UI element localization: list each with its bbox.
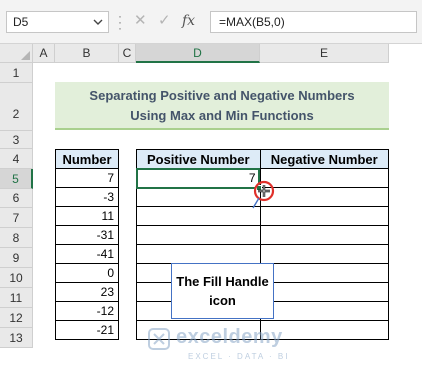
select-all-button[interactable] bbox=[0, 44, 33, 63]
row-header-6[interactable]: 6 bbox=[0, 189, 33, 208]
negative-cell[interactable] bbox=[259, 282, 389, 302]
sheet-title[interactable]: Separating Positive and Negative Numbers… bbox=[55, 82, 389, 130]
number-cell[interactable]: 11 bbox=[55, 206, 119, 226]
row-number: 8 bbox=[12, 231, 20, 245]
row-header-3[interactable]: 3 bbox=[0, 131, 33, 149]
formula-bar: D5 · · · ✕ ✓ fx =MAX(B5,0) bbox=[0, 0, 422, 44]
number-table: Number 7 -3 11 -31 -41 0 23 -12 -21 bbox=[55, 149, 119, 340]
negative-cell[interactable] bbox=[259, 263, 389, 283]
row-number: 4 bbox=[12, 152, 20, 166]
row-header-1[interactable]: 1 bbox=[0, 63, 33, 83]
title-line-2: Using Max and Min Functions bbox=[130, 108, 314, 123]
number-cell[interactable]: -41 bbox=[55, 244, 119, 264]
number-cell[interactable]: 7 bbox=[55, 168, 119, 188]
row-number: 9 bbox=[12, 251, 20, 265]
watermark-brand: exceldemy bbox=[176, 326, 283, 348]
row-header-7[interactable]: 7 bbox=[0, 208, 33, 228]
column-header-b[interactable]: B bbox=[55, 44, 119, 63]
exceldemy-logo-icon bbox=[148, 328, 170, 350]
insert-function-icon[interactable]: fx bbox=[182, 13, 195, 35]
row-number: 6 bbox=[12, 191, 20, 205]
number-cell[interactable]: -21 bbox=[55, 320, 119, 340]
name-box-value: D5 bbox=[13, 15, 29, 29]
positive-cell[interactable] bbox=[136, 225, 261, 245]
row-header-10[interactable]: 10 bbox=[0, 268, 33, 288]
row-number: 7 bbox=[12, 211, 20, 225]
cancel-icon[interactable]: ✕ bbox=[134, 11, 147, 33]
watermark-tagline: EXCEL · DATA · BI bbox=[188, 352, 290, 361]
formula-buttons: ✕ ✓ fx bbox=[128, 11, 206, 33]
row-number: 13 bbox=[9, 331, 23, 345]
positive-cell[interactable] bbox=[136, 206, 261, 226]
negative-cell[interactable] bbox=[259, 225, 389, 245]
negative-number-header[interactable]: Negative Number bbox=[259, 149, 389, 169]
chevron-down-icon[interactable] bbox=[93, 15, 103, 29]
row-number: 12 bbox=[9, 311, 23, 325]
number-header[interactable]: Number bbox=[55, 149, 119, 169]
fill-handle-callout: The Fill Handle icon bbox=[171, 263, 274, 319]
negative-cell[interactable] bbox=[259, 301, 389, 321]
number-cell[interactable]: -31 bbox=[55, 225, 119, 245]
formula-input[interactable]: =MAX(B5,0) bbox=[210, 11, 417, 33]
worksheet-grid: A B C D E 1 2 3 4 5 6 7 8 9 10 11 12 13 … bbox=[0, 44, 422, 374]
positive-number-header[interactable]: Positive Number bbox=[136, 149, 261, 169]
positive-cell[interactable] bbox=[136, 187, 261, 207]
number-cell[interactable]: 0 bbox=[55, 263, 119, 283]
row-number: 2 bbox=[12, 107, 20, 121]
number-cell[interactable]: 23 bbox=[55, 282, 119, 302]
enter-icon[interactable]: ✓ bbox=[158, 11, 171, 33]
row-header-12[interactable]: 12 bbox=[0, 308, 33, 328]
row-number: 3 bbox=[12, 133, 20, 147]
callout-line-1: The Fill Handle bbox=[176, 274, 269, 289]
callout-line-2: icon bbox=[209, 293, 236, 308]
row-header-5[interactable]: 5 bbox=[0, 169, 33, 189]
column-header-e[interactable]: E bbox=[260, 44, 389, 63]
number-cell[interactable]: -3 bbox=[55, 187, 119, 207]
formula-bar-grip-icon[interactable]: · · · bbox=[116, 10, 124, 34]
column-header-a[interactable]: A bbox=[33, 44, 55, 63]
row-header-13[interactable]: 13 bbox=[0, 328, 33, 348]
positive-cell[interactable] bbox=[136, 244, 261, 264]
exceldemy-watermark: exceldemy EXCEL · DATA · BI bbox=[148, 326, 348, 370]
active-cell-selection bbox=[136, 168, 262, 191]
row-header-2[interactable]: 2 bbox=[0, 83, 33, 131]
title-line-1: Separating Positive and Negative Numbers bbox=[89, 88, 355, 103]
number-cell[interactable]: -12 bbox=[55, 301, 119, 321]
row-header-4[interactable]: 4 bbox=[0, 149, 33, 169]
row-number: 5 bbox=[12, 172, 19, 186]
column-header-d[interactable]: D bbox=[136, 44, 260, 63]
column-header-c[interactable]: C bbox=[119, 44, 136, 63]
name-box[interactable]: D5 bbox=[6, 11, 109, 33]
row-number: 10 bbox=[9, 271, 23, 285]
row-header-8[interactable]: 8 bbox=[0, 228, 33, 248]
row-header-9[interactable]: 9 bbox=[0, 248, 33, 268]
row-number: 1 bbox=[12, 66, 20, 80]
negative-cell[interactable] bbox=[259, 244, 389, 264]
fill-handle-crosshair-icon bbox=[252, 180, 275, 209]
row-header-11[interactable]: 11 bbox=[0, 288, 33, 308]
row-number: 11 bbox=[9, 291, 23, 305]
